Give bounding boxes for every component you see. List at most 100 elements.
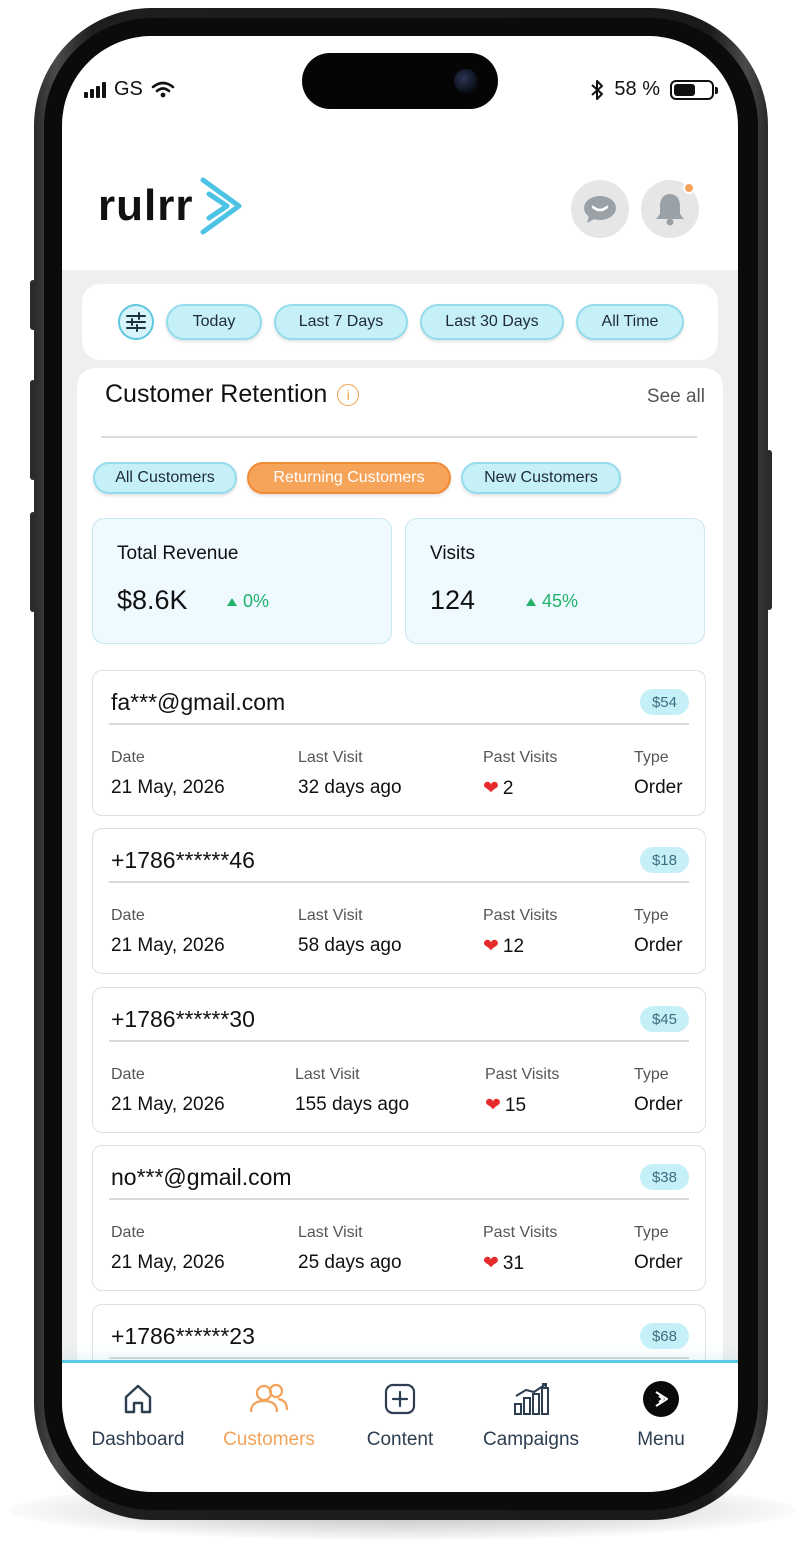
type-value: Order bbox=[634, 1094, 683, 1115]
users-icon bbox=[249, 1379, 289, 1419]
nav-campaigns[interactable]: Campaigns bbox=[465, 1379, 597, 1451]
signal-icon bbox=[84, 81, 106, 98]
amount-badge: $45 bbox=[639, 1006, 689, 1032]
nav-label: Customers bbox=[223, 1429, 315, 1450]
stat-delta: 0% bbox=[227, 591, 269, 612]
trend-up-icon bbox=[227, 597, 237, 606]
menu-logo-icon bbox=[641, 1379, 681, 1419]
customer-identifier: +1786******30 bbox=[111, 1006, 255, 1032]
customer-identifier: +1786******23 bbox=[111, 1323, 255, 1349]
amount-badge: $68 bbox=[639, 1323, 689, 1349]
stat-card-total-revenue: Total Revenue $8.6K 0% bbox=[92, 518, 392, 644]
nav-customers[interactable]: Customers bbox=[203, 1379, 335, 1451]
row-divider bbox=[109, 881, 689, 883]
date-value: 21 May, 2026 bbox=[111, 777, 225, 798]
last-visit-label: Last Visit bbox=[298, 749, 363, 766]
date-value: 21 May, 2026 bbox=[111, 1094, 225, 1115]
trend-up-icon bbox=[526, 597, 536, 606]
customer-row[interactable]: no***@gmail.com $38 Date 21 May, 2026 Las… bbox=[92, 1145, 706, 1291]
chat-button[interactable] bbox=[571, 180, 629, 238]
bell-icon bbox=[656, 194, 684, 226]
date-label: Date bbox=[111, 1224, 145, 1241]
see-all-link[interactable]: See all bbox=[647, 386, 705, 408]
notifications-button[interactable] bbox=[641, 180, 699, 238]
type-label: Type bbox=[634, 749, 669, 766]
customer-identifier: +1786******46 bbox=[111, 847, 255, 873]
customer-identifier: fa***@gmail.com bbox=[111, 689, 286, 715]
segment-all-customers[interactable]: All Customers bbox=[93, 462, 237, 494]
row-divider bbox=[109, 1040, 689, 1042]
date-value: 21 May, 2026 bbox=[111, 935, 225, 956]
type-label: Type bbox=[634, 1224, 669, 1241]
last-visit-label: Last Visit bbox=[298, 907, 363, 924]
app-header: rulrr bbox=[62, 146, 738, 270]
type-value: Order bbox=[634, 1252, 683, 1273]
section-divider bbox=[101, 436, 697, 438]
row-divider bbox=[109, 1198, 689, 1200]
segment-returning-customers[interactable]: Returning Customers bbox=[247, 462, 451, 494]
stat-value: 124 bbox=[430, 585, 476, 615]
heart-icon: ❤ bbox=[483, 778, 499, 799]
date-label: Date bbox=[111, 749, 145, 766]
stat-value: $8.6K bbox=[117, 585, 188, 615]
last-visit-value: 58 days ago bbox=[298, 935, 402, 956]
heart-icon: ❤ bbox=[483, 936, 499, 957]
wifi-icon bbox=[151, 81, 175, 97]
nav-content[interactable]: Content bbox=[334, 1379, 466, 1451]
nav-label: Campaigns bbox=[482, 1429, 580, 1450]
date-filter-last-7-days[interactable]: Last 7 Days bbox=[274, 304, 408, 340]
segment-new-customers[interactable]: New Customers bbox=[461, 462, 621, 494]
nav-label: Dashboard bbox=[91, 1429, 185, 1450]
past-visits-label: Past Visits bbox=[483, 907, 558, 924]
battery-percent: 58 % bbox=[614, 78, 660, 100]
last-visit-label: Last Visit bbox=[295, 1066, 360, 1083]
row-divider bbox=[109, 1357, 689, 1359]
stat-label: Total Revenue bbox=[117, 543, 239, 564]
past-visits-value: 31 bbox=[502, 1252, 525, 1274]
battery-icon bbox=[670, 79, 718, 100]
customer-identifier: no***@gmail.com bbox=[111, 1164, 292, 1190]
heart-icon: ❤ bbox=[483, 1253, 499, 1274]
date-value: 21 May, 2026 bbox=[111, 1252, 225, 1273]
app-logo[interactable]: rulrr bbox=[98, 176, 243, 236]
date-label: Date bbox=[111, 1066, 145, 1083]
nav-menu[interactable]: Menu bbox=[595, 1379, 727, 1451]
stat-delta-value: 45% bbox=[542, 591, 579, 611]
date-filter-today[interactable]: Today bbox=[166, 304, 262, 340]
customer-retention-card: Customer Retention i See all All Custome… bbox=[77, 368, 723, 1468]
customer-row[interactable]: +1786******46 $18 Date 21 May, 2026 Last … bbox=[92, 828, 706, 974]
past-visits-label: Past Visits bbox=[483, 1224, 558, 1241]
bar-chart-icon bbox=[511, 1379, 551, 1419]
home-icon bbox=[118, 1379, 158, 1419]
filter-sliders-icon[interactable] bbox=[118, 304, 154, 340]
stat-delta-value: 0% bbox=[243, 591, 270, 611]
past-visits-value: 2 bbox=[502, 777, 514, 799]
carrier-name: GS bbox=[114, 78, 143, 100]
type-label: Type bbox=[634, 1066, 669, 1083]
stat-label: Visits bbox=[430, 543, 476, 564]
nav-dashboard[interactable]: Dashboard bbox=[72, 1379, 204, 1451]
nav-label: Content bbox=[366, 1429, 434, 1450]
nav-label: Menu bbox=[637, 1429, 685, 1450]
customer-row[interactable]: fa***@gmail.com $54 Date 21 May, 2026 Las… bbox=[92, 670, 706, 816]
last-visit-label: Last Visit bbox=[298, 1224, 363, 1241]
logo-arrow-icon bbox=[200, 177, 242, 235]
last-visit-value: 32 days ago bbox=[298, 777, 402, 798]
customer-row[interactable]: +1786******30 $45 Date 21 May, 2026 Last … bbox=[92, 987, 706, 1133]
stat-delta: 45% bbox=[526, 591, 578, 612]
logo-text: rulrr bbox=[98, 181, 194, 230]
dynamic-island bbox=[302, 53, 498, 109]
date-filter-last-30-days[interactable]: Last 30 Days bbox=[420, 304, 564, 340]
info-icon[interactable]: i bbox=[337, 383, 360, 406]
section-title: Customer Retention bbox=[105, 380, 328, 408]
type-value: Order bbox=[634, 777, 683, 798]
camera-icon bbox=[454, 69, 478, 93]
chat-icon bbox=[584, 196, 616, 223]
row-divider bbox=[109, 723, 689, 725]
date-label: Date bbox=[111, 907, 145, 924]
last-visit-value: 25 days ago bbox=[298, 1252, 402, 1273]
date-filter-all-time[interactable]: All Time bbox=[576, 304, 684, 340]
past-visits-label: Past Visits bbox=[485, 1066, 560, 1083]
notification-dot bbox=[683, 182, 695, 194]
last-visit-value: 155 days ago bbox=[295, 1094, 410, 1115]
